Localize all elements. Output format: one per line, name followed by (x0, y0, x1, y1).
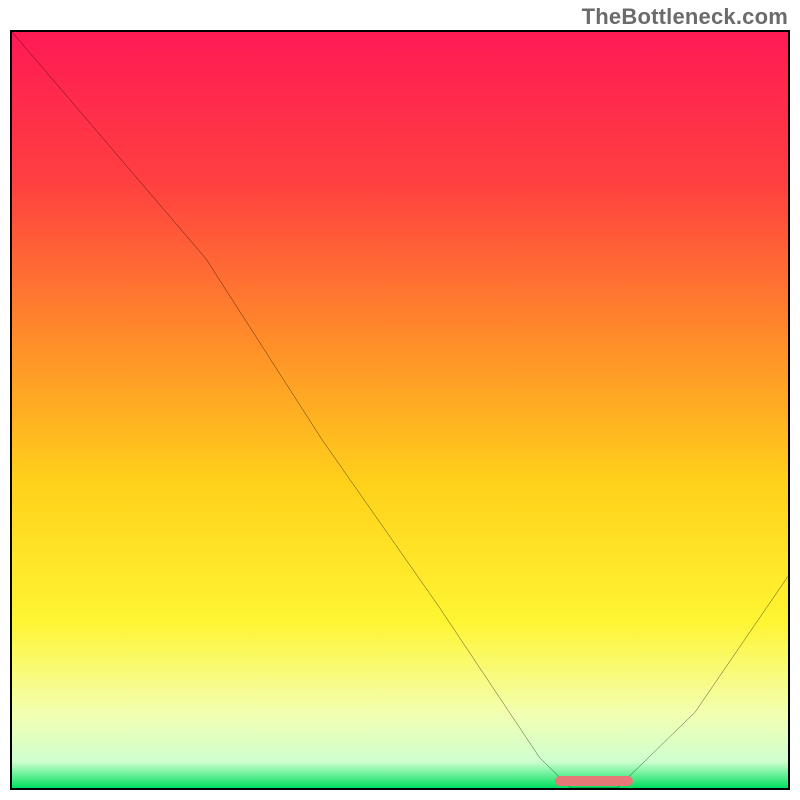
chart-frame (10, 30, 790, 790)
bottleneck-curve (12, 32, 788, 788)
watermark-text: TheBottleneck.com (582, 4, 788, 30)
sweet-spot-marker (555, 776, 633, 786)
